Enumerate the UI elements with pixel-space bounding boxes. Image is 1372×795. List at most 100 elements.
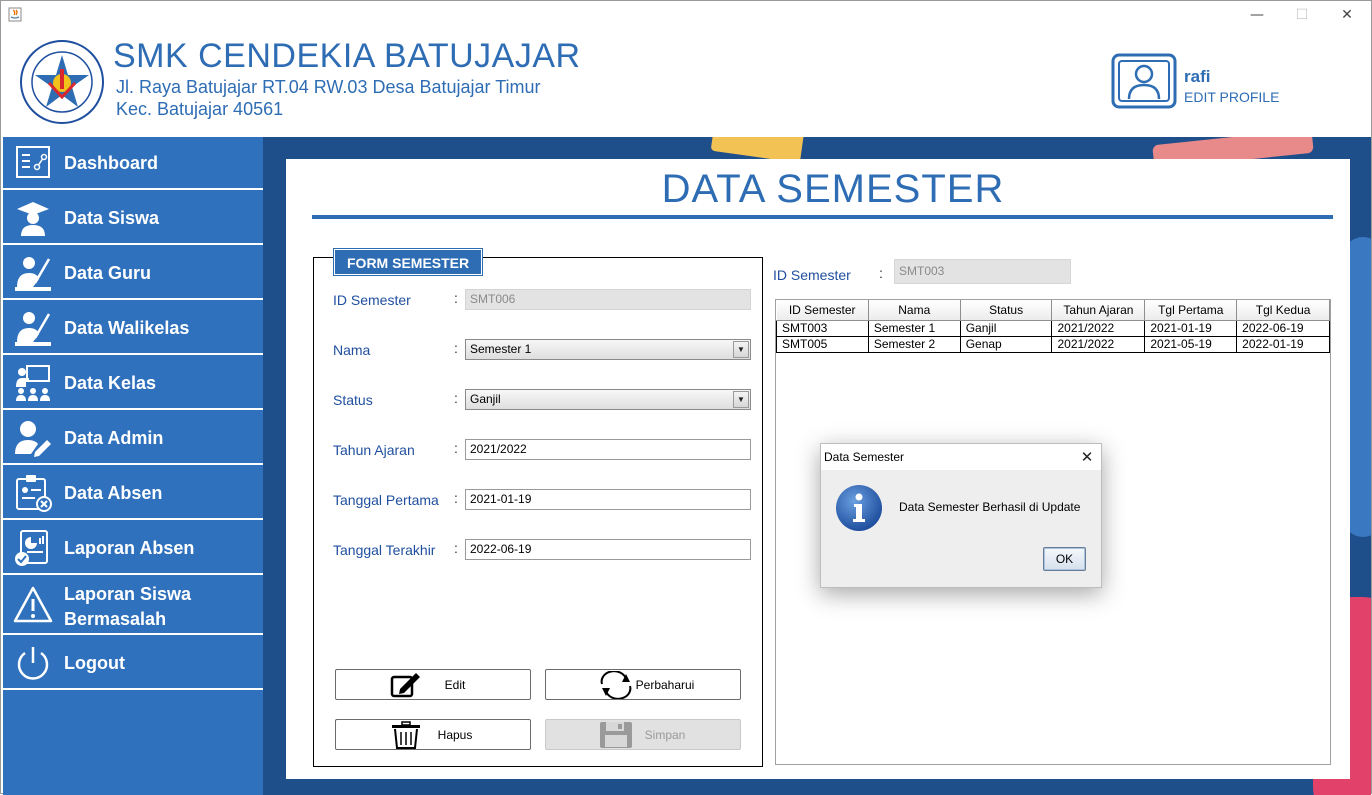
- table-row[interactable]: SMT005 Semester 2 Genap 2021/2022 2021-0…: [776, 335, 1330, 353]
- table-cell[interactable]: 2021/2022: [1051, 319, 1146, 337]
- refresh-button-label: Perbaharui: [635, 678, 695, 692]
- colon: :: [454, 490, 458, 506]
- search-id-semester-label: ID Semester: [773, 267, 851, 283]
- classroom-icon: [16, 365, 50, 401]
- table-row[interactable]: SMT003 Semester 1 Ganjil 2021/2022 2021-…: [776, 319, 1330, 337]
- column-header[interactable]: Tahun Ajaran: [1051, 300, 1146, 321]
- teacher-icon: [15, 257, 51, 291]
- dialog-close-button[interactable]: ✕: [1077, 447, 1097, 467]
- sidebar-item-data-guru[interactable]: Data Guru: [3, 247, 263, 300]
- column-header[interactable]: Tgl Kedua: [1236, 300, 1330, 321]
- page-title: DATA SEMESTER: [661, 167, 1005, 211]
- chevron-down-icon[interactable]: ▼: [733, 341, 749, 358]
- refresh-button[interactable]: Perbaharui: [545, 669, 741, 700]
- nama-select[interactable]: Semester 1 ▼: [465, 339, 751, 360]
- id-semester-label: ID Semester: [333, 292, 411, 308]
- info-icon: [836, 485, 882, 531]
- table-cell[interactable]: 2021-05-19: [1144, 335, 1238, 353]
- tanggal-terakhir-field[interactable]: 2022-06-19: [465, 539, 751, 560]
- admin-icon: [15, 421, 51, 457]
- sidebar-item-label: Data Siswa: [64, 208, 160, 228]
- save-button-label: Simpan: [644, 728, 686, 742]
- user-profile-icon[interactable]: [1111, 53, 1177, 109]
- sidebar: Dashboard Data Siswa Data Guru Data Wali…: [3, 137, 263, 795]
- tahun-ajaran-field[interactable]: 2021/2022: [465, 439, 751, 460]
- table-cell[interactable]: SMT005: [776, 335, 869, 353]
- table-cell[interactable]: Semester 2: [867, 335, 961, 353]
- edit-button-label: Edit: [444, 678, 466, 692]
- sidebar-item-data-admin[interactable]: Data Admin: [3, 412, 263, 465]
- minimize-button[interactable]: —: [1246, 5, 1268, 25]
- power-icon: [17, 647, 49, 680]
- tahun-ajaran-label: Tahun Ajaran: [333, 442, 415, 458]
- status-label: Status: [333, 392, 373, 408]
- sidebar-item-data-absen[interactable]: Data Absen: [3, 467, 263, 520]
- column-header[interactable]: Nama: [868, 300, 961, 321]
- edit-button[interactable]: Edit: [335, 669, 531, 700]
- delete-button[interactable]: Hapus: [335, 719, 531, 750]
- ok-button[interactable]: OK: [1043, 547, 1086, 571]
- edit-profile-link[interactable]: EDIT PROFILE: [1184, 89, 1279, 105]
- chevron-down-icon[interactable]: ▼: [733, 391, 749, 408]
- table-cell[interactable]: Ganjil: [959, 319, 1053, 337]
- colon: :: [454, 390, 458, 406]
- maximize-button[interactable]: ☐: [1291, 5, 1313, 25]
- sidebar-item-laporan-siswa-bermasalah[interactable]: Laporan Siswa Bermasalah: [3, 577, 263, 635]
- sidebar-item-data-walikelas[interactable]: Data Walikelas: [3, 302, 263, 355]
- student-icon: [17, 202, 49, 236]
- column-header[interactable]: ID Semester: [776, 300, 869, 321]
- table-cell[interactable]: 2021/2022: [1051, 335, 1146, 353]
- close-window-button[interactable]: ✕: [1336, 5, 1358, 25]
- column-header[interactable]: Status: [960, 300, 1053, 321]
- attendance-icon: [16, 475, 52, 512]
- status-select[interactable]: Ganjil ▼: [465, 389, 751, 410]
- sidebar-item-label: Data Guru: [64, 263, 152, 283]
- table-cell[interactable]: 2022-06-19: [1236, 319, 1330, 337]
- selected-id-field: SMT003: [894, 259, 1071, 284]
- table-cell[interactable]: Genap: [959, 335, 1053, 353]
- colon: :: [454, 290, 458, 306]
- sidebar-item-label: Data Kelas: [64, 373, 157, 393]
- dialog-title-bar: Data Semester ✕: [821, 444, 1101, 470]
- sidebar-item-data-kelas[interactable]: Data Kelas: [3, 357, 263, 410]
- app-header: SMK CENDEKIA BATUJAJAR Jl. Raya Batujaja…: [3, 29, 1371, 137]
- school-logo-icon: [20, 40, 104, 124]
- title-divider: [312, 215, 1333, 219]
- dialog-title: Data Semester: [824, 450, 905, 464]
- tanggal-terakhir-label: Tanggal Terakhir: [333, 542, 436, 558]
- sidebar-item-laporan-absen[interactable]: Laporan Absen: [3, 522, 263, 575]
- table-header-row: ID Semester Nama Status Tahun Ajaran Tgl…: [776, 300, 1330, 321]
- nama-select-value: Semester 1: [470, 342, 532, 356]
- school-address-line1: Jl. Raya Batujajar RT.04 RW.03 Desa Batu…: [116, 77, 541, 97]
- sidebar-item-label: Data Admin: [64, 428, 164, 448]
- form-legend: FORM SEMESTER: [334, 249, 483, 275]
- school-name: SMK CENDEKIA BATUJAJAR: [113, 37, 581, 75]
- table-cell[interactable]: Semester 1: [867, 319, 961, 337]
- sidebar-item-dashboard[interactable]: Dashboard: [3, 137, 263, 190]
- table-cell[interactable]: 2021-01-19: [1144, 319, 1238, 337]
- table-cell[interactable]: SMT003: [776, 319, 869, 337]
- table-cell[interactable]: 2022-01-19: [1236, 335, 1330, 353]
- school-address-line2: Kec. Batujajar 40561: [116, 99, 284, 119]
- nama-label: Nama: [333, 342, 371, 358]
- sidebar-item-label: Laporan Absen: [64, 538, 195, 558]
- dashboard-icon: [16, 146, 50, 178]
- save-button[interactable]: Simpan: [545, 719, 741, 750]
- status-select-value: Ganjil: [470, 392, 501, 406]
- user-name: rafi: [1184, 67, 1211, 86]
- column-header[interactable]: Tgl Pertama: [1144, 300, 1238, 321]
- colon: :: [454, 340, 458, 356]
- tanggal-pertama-label: Tanggal Pertama: [333, 492, 439, 508]
- sidebar-item-data-siswa[interactable]: Data Siswa: [3, 192, 263, 245]
- homeroom-teacher-icon: [15, 312, 51, 346]
- report-icon: [15, 530, 48, 566]
- sidebar-item-logout[interactable]: Logout: [3, 637, 263, 690]
- message-dialog: Data Semester ✕ Data Semester Berhasil d…: [820, 443, 1102, 588]
- sidebar-item-label: Logout: [64, 653, 125, 673]
- tanggal-pertama-field[interactable]: 2021-01-19: [465, 489, 751, 510]
- colon: :: [879, 265, 883, 281]
- sidebar-item-label: Data Walikelas: [64, 318, 190, 338]
- colon: :: [454, 540, 458, 556]
- id-semester-field: SMT006: [465, 289, 751, 310]
- warning-icon: [13, 586, 53, 623]
